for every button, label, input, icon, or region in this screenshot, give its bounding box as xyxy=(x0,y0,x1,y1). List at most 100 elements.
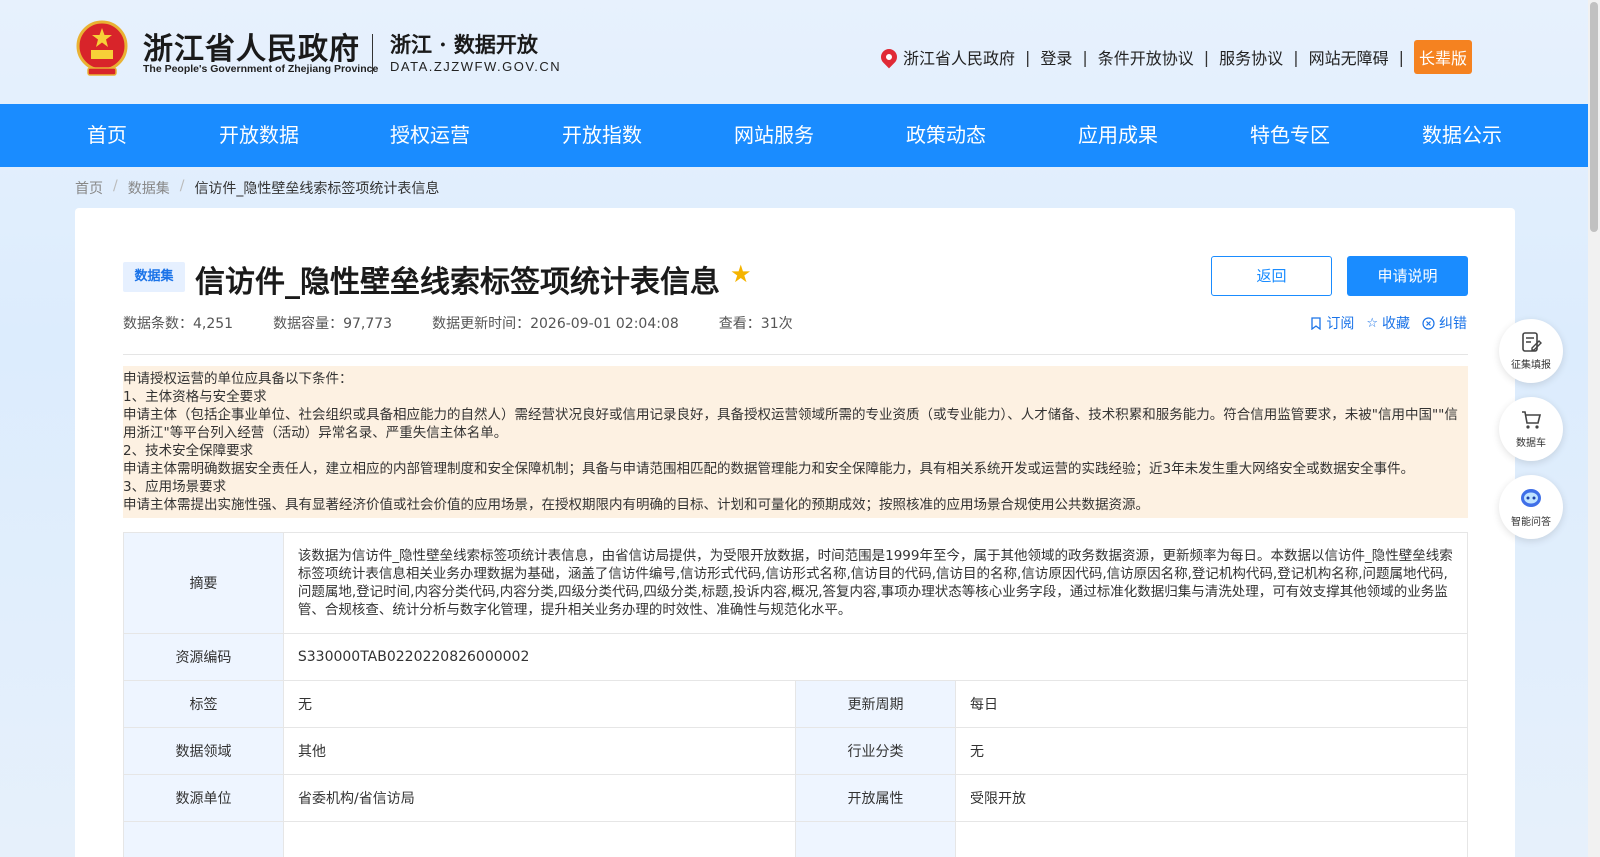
correct-button[interactable]: 纠错 xyxy=(1422,313,1467,333)
subscribe-label: 订阅 xyxy=(1326,316,1355,332)
gov-title[interactable]: 浙江省人民政府 xyxy=(143,24,360,68)
notice-line: 1、主体资格与安全要求 xyxy=(123,389,267,405)
gov-subtitle: The People's Government of Zhejiang Prov… xyxy=(143,63,379,75)
star-outline-icon: ☆ xyxy=(1366,315,1378,331)
nav-item-home[interactable]: 首页 xyxy=(87,104,127,167)
update-time: 数据更新时间：2026-09-01 02:04:08 xyxy=(432,316,679,332)
province-link[interactable]: 浙江省人民政府 xyxy=(903,45,1015,69)
service-agreement-link[interactable]: 服务协议 xyxy=(1219,45,1283,69)
tags-value: 无 xyxy=(284,681,796,727)
robot-assistant-icon xyxy=(1521,489,1541,507)
update-cycle-label: 更新周期 xyxy=(796,681,956,727)
table-row: 摘要 该数据为信访件_隐性壁垒线索标签项统计表信息，由省信访局提供，为受限开放数… xyxy=(124,533,1468,634)
nav-item-authorized-ops[interactable]: 授权运营 xyxy=(390,104,470,167)
cart-float-button[interactable]: 数据车 xyxy=(1499,397,1563,461)
breadcrumb-separator: / xyxy=(179,178,185,194)
data-domain-label: 数据领域 xyxy=(124,728,284,774)
industry-label: 行业分类 xyxy=(796,728,956,774)
abstract-value: 该数据为信访件_隐性壁垒线索标签项统计表信息，由省信访局提供，为受限开放数据，时… xyxy=(284,533,1468,633)
survey-float-button[interactable]: 征集填报 xyxy=(1499,319,1563,383)
apply-info-button[interactable]: 申请说明 xyxy=(1347,256,1468,296)
table-row: 数据领域 其他 行业分类 无 xyxy=(124,728,1468,775)
breadcrumb-separator: / xyxy=(113,178,118,194)
cart-icon xyxy=(1522,411,1542,429)
dataset-actions: 订阅 ☆ 收藏 纠错 xyxy=(1298,313,1467,333)
resource-code-value: S330000TAB0220220826000002 xyxy=(284,634,1468,680)
source-unit-label: 数源单位 xyxy=(124,775,284,821)
industry-value: 无 xyxy=(956,728,1468,774)
resource-code-label: 资源编码 xyxy=(124,634,284,680)
scrollbar-thumb[interactable] xyxy=(1590,2,1598,232)
view-count: 查看：31次 xyxy=(718,316,793,332)
dataset-badge: 数据集 xyxy=(123,262,185,292)
table-row: 资源编码 S330000TAB0220220826000002 xyxy=(124,634,1468,681)
notice-line: 申请授权运营的单位应具备以下条件： xyxy=(123,371,353,387)
open-attribute-label: 开放属性 xyxy=(796,775,956,821)
notice-line: 申请主体需提出实施性强、具有显著经济价值或社会价值的应用场景，在授权期限内有明确… xyxy=(123,497,1149,513)
table-cell xyxy=(796,822,956,857)
error-circle-icon xyxy=(1422,316,1435,330)
favorite-label: 收藏 xyxy=(1382,316,1410,332)
data-domain-value: 其他 xyxy=(284,728,796,774)
table-row: 数源单位 省委机构/省信访局 开放属性 受限开放 xyxy=(124,775,1468,822)
dataset-meta: 数据条数：4,251 数据容量：97,773 数据更新时间：2026-09-01… xyxy=(123,313,833,333)
top-links: 浙江省人民政府 | 登录 | 条件开放协议 | 服务协议 | 网站无障碍 | 长… xyxy=(877,40,1472,74)
site-header: 浙江省人民政府 The People's Government of Zheji… xyxy=(0,0,1588,104)
favorite-button[interactable]: ☆ 收藏 xyxy=(1366,313,1410,333)
nav-item-open-data[interactable]: 开放数据 xyxy=(219,104,299,167)
breadcrumb-home[interactable]: 首页 xyxy=(75,178,103,198)
record-count: 数据条数：4,251 xyxy=(123,316,234,332)
separator: | xyxy=(1082,47,1088,67)
source-unit-value: 省委机构/省信访局 xyxy=(284,775,796,821)
elder-mode-button[interactable]: 长辈版 xyxy=(1413,40,1472,74)
qa-label: 智能问答 xyxy=(1511,517,1551,528)
table-cell xyxy=(956,822,1468,857)
table-row xyxy=(124,822,1468,857)
site-title[interactable]: 浙江 · 数据开放 xyxy=(390,29,538,59)
nav-item-open-index[interactable]: 开放指数 xyxy=(562,104,642,167)
edit-form-icon xyxy=(1522,332,1542,352)
separator: | xyxy=(1398,47,1404,67)
authorization-notice: 申请授权运营的单位应具备以下条件： 1、主体资格与安全要求 申请主体（包括企事业… xyxy=(123,366,1468,518)
cart-label: 数据车 xyxy=(1516,438,1546,449)
table-cell xyxy=(284,822,796,857)
notice-line: 申请主体需明确数据安全责任人，建立相应的内部管理制度和安全保障机制；具备与申请范… xyxy=(123,461,1415,477)
data-size: 数据容量：97,773 xyxy=(273,316,393,332)
accessibility-link[interactable]: 网站无障碍 xyxy=(1309,45,1389,69)
breadcrumb-current: 信访件_隐性壁垒线索标签项统计表信息 xyxy=(194,181,440,197)
table-cell xyxy=(124,822,284,857)
divider xyxy=(123,354,1468,355)
nav-item-site-service[interactable]: 网站服务 xyxy=(734,104,814,167)
separator: | xyxy=(1293,47,1299,67)
star-icon: ★ xyxy=(730,260,752,288)
nav-item-disclosure[interactable]: 数据公示 xyxy=(1422,104,1502,167)
header-divider xyxy=(372,34,373,74)
nav-item-special[interactable]: 特色专区 xyxy=(1250,104,1330,167)
login-link[interactable]: 登录 xyxy=(1040,45,1072,69)
breadcrumb-datasets[interactable]: 数据集 xyxy=(128,178,170,198)
nav-item-policy[interactable]: 政策动态 xyxy=(906,104,986,167)
site-url: DATA.ZJZWFW.GOV.CN xyxy=(390,59,562,74)
update-cycle-value: 每日 xyxy=(956,681,1468,727)
conditional-agreement-link[interactable]: 条件开放协议 xyxy=(1098,45,1194,69)
dataset-info-table: 摘要 该数据为信访件_隐性壁垒线索标签项统计表信息，由省信访局提供，为受限开放数… xyxy=(123,532,1468,857)
correct-label: 纠错 xyxy=(1439,316,1467,332)
page-scrollbar[interactable] xyxy=(1588,0,1600,857)
notice-line: 2、技术安全保障要求 xyxy=(123,443,254,459)
abstract-label: 摘要 xyxy=(124,533,284,633)
dataset-title: 信访件_隐性壁垒线索标签项统计表信息 xyxy=(195,265,720,300)
subscribe-button[interactable]: 订阅 xyxy=(1310,313,1354,333)
main-nav: 首页 开放数据 授权运营 开放指数 网站服务 政策动态 应用成果 特色专区 数据… xyxy=(0,104,1588,167)
location-pin-icon xyxy=(877,45,901,69)
bookmark-icon xyxy=(1311,316,1321,330)
survey-label: 征集填报 xyxy=(1511,360,1551,371)
back-button[interactable]: 返回 xyxy=(1211,256,1332,296)
qa-float-button[interactable]: 智能问答 xyxy=(1499,475,1563,539)
table-row: 标签 无 更新周期 每日 xyxy=(124,681,1468,728)
tags-label: 标签 xyxy=(124,681,284,727)
breadcrumb: 首页 / 数据集 / 信访件_隐性壁垒线索标签项统计表信息 xyxy=(75,178,439,198)
open-attribute-value: 受限开放 xyxy=(956,775,1468,821)
nav-item-applications[interactable]: 应用成果 xyxy=(1078,104,1158,167)
notice-line: 3、应用场景要求 xyxy=(123,479,227,495)
notice-line: 申请主体（包括企事业单位、社会组织或具备相应能力的自然人）需经营状况良好或信用记… xyxy=(123,407,1458,441)
